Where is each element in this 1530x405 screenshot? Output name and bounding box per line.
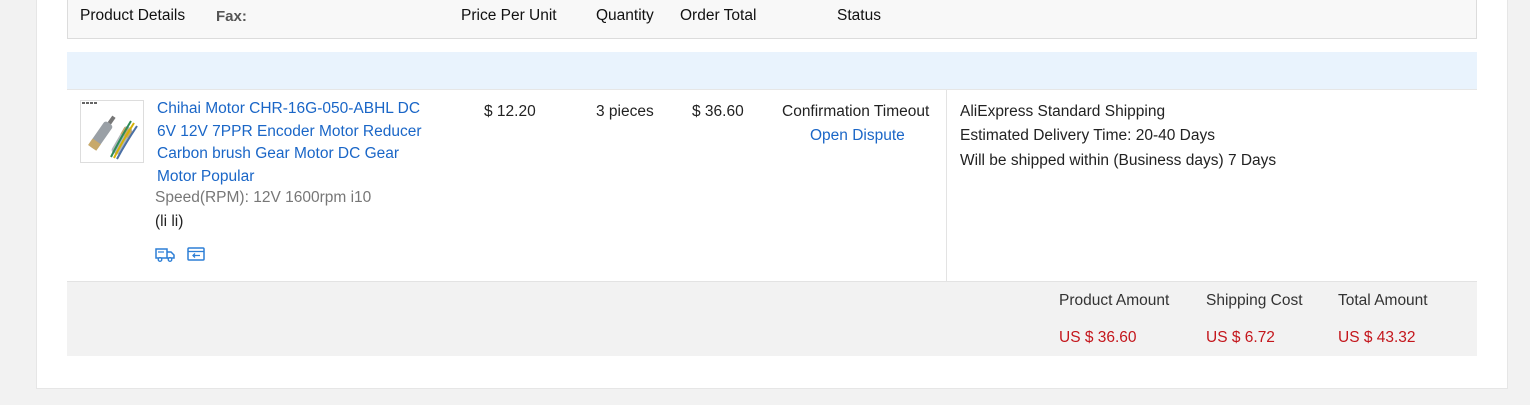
header-quantity: Quantity <box>596 7 654 24</box>
open-dispute-link[interactable]: Open Dispute <box>810 127 905 145</box>
ship-within-label: Will be shipped within (Business days) <box>960 152 1224 169</box>
shipping-cost-label: Shipping Cost <box>1206 292 1303 309</box>
product-amount-value: US $ 36.60 <box>1059 329 1137 346</box>
header-order-total: Order Total <box>680 7 757 24</box>
ship-within: Will be shipped within (Business days) 7… <box>960 152 1276 170</box>
fax-label: Fax: <box>216 8 247 25</box>
shipping-cost-value: US $ 6.72 <box>1206 329 1275 346</box>
price-per-unit-value: $ 12.20 <box>484 103 536 120</box>
estimated-delivery-label: Estimated Delivery Time: <box>960 127 1132 144</box>
header-status: Status <box>837 7 881 24</box>
header-product-details: Product Details <box>80 7 186 24</box>
estimated-delivery-value: 20-40 Days <box>1135 127 1215 144</box>
truck-icon[interactable] <box>155 246 175 262</box>
address-box <box>67 0 1477 39</box>
row-divider <box>67 89 1477 90</box>
table-header <box>67 52 1477 89</box>
product-thumbnail[interactable] <box>80 100 144 163</box>
product-amount-label: Product Amount <box>1059 292 1170 309</box>
order-total-value: $ 36.60 <box>692 103 744 120</box>
return-icon[interactable] <box>186 246 206 262</box>
motor-image-icon <box>82 102 138 160</box>
quantity-value: 3 pieces <box>596 103 654 120</box>
shipping-method: AliExpress Standard Shipping <box>960 103 1166 120</box>
header-price-per-unit: Price Per Unit <box>461 7 557 24</box>
column-divider <box>946 90 947 281</box>
estimated-delivery: Estimated Delivery Time: 20-40 Days <box>960 127 1215 145</box>
ship-within-value: 7 Days <box>1227 152 1277 169</box>
order-status: Confirmation Timeout <box>782 103 930 120</box>
product-sku-extra: (li li) <box>155 213 184 230</box>
total-amount-value: US $ 43.32 <box>1338 329 1416 346</box>
product-title-link[interactable]: Chihai Motor CHR-16G-050-ABHL DC 6V 12V … <box>157 98 427 188</box>
total-amount-label: Total Amount <box>1338 292 1428 309</box>
product-sku: Speed(RPM): 12V 1600rpm i10 <box>155 189 372 206</box>
